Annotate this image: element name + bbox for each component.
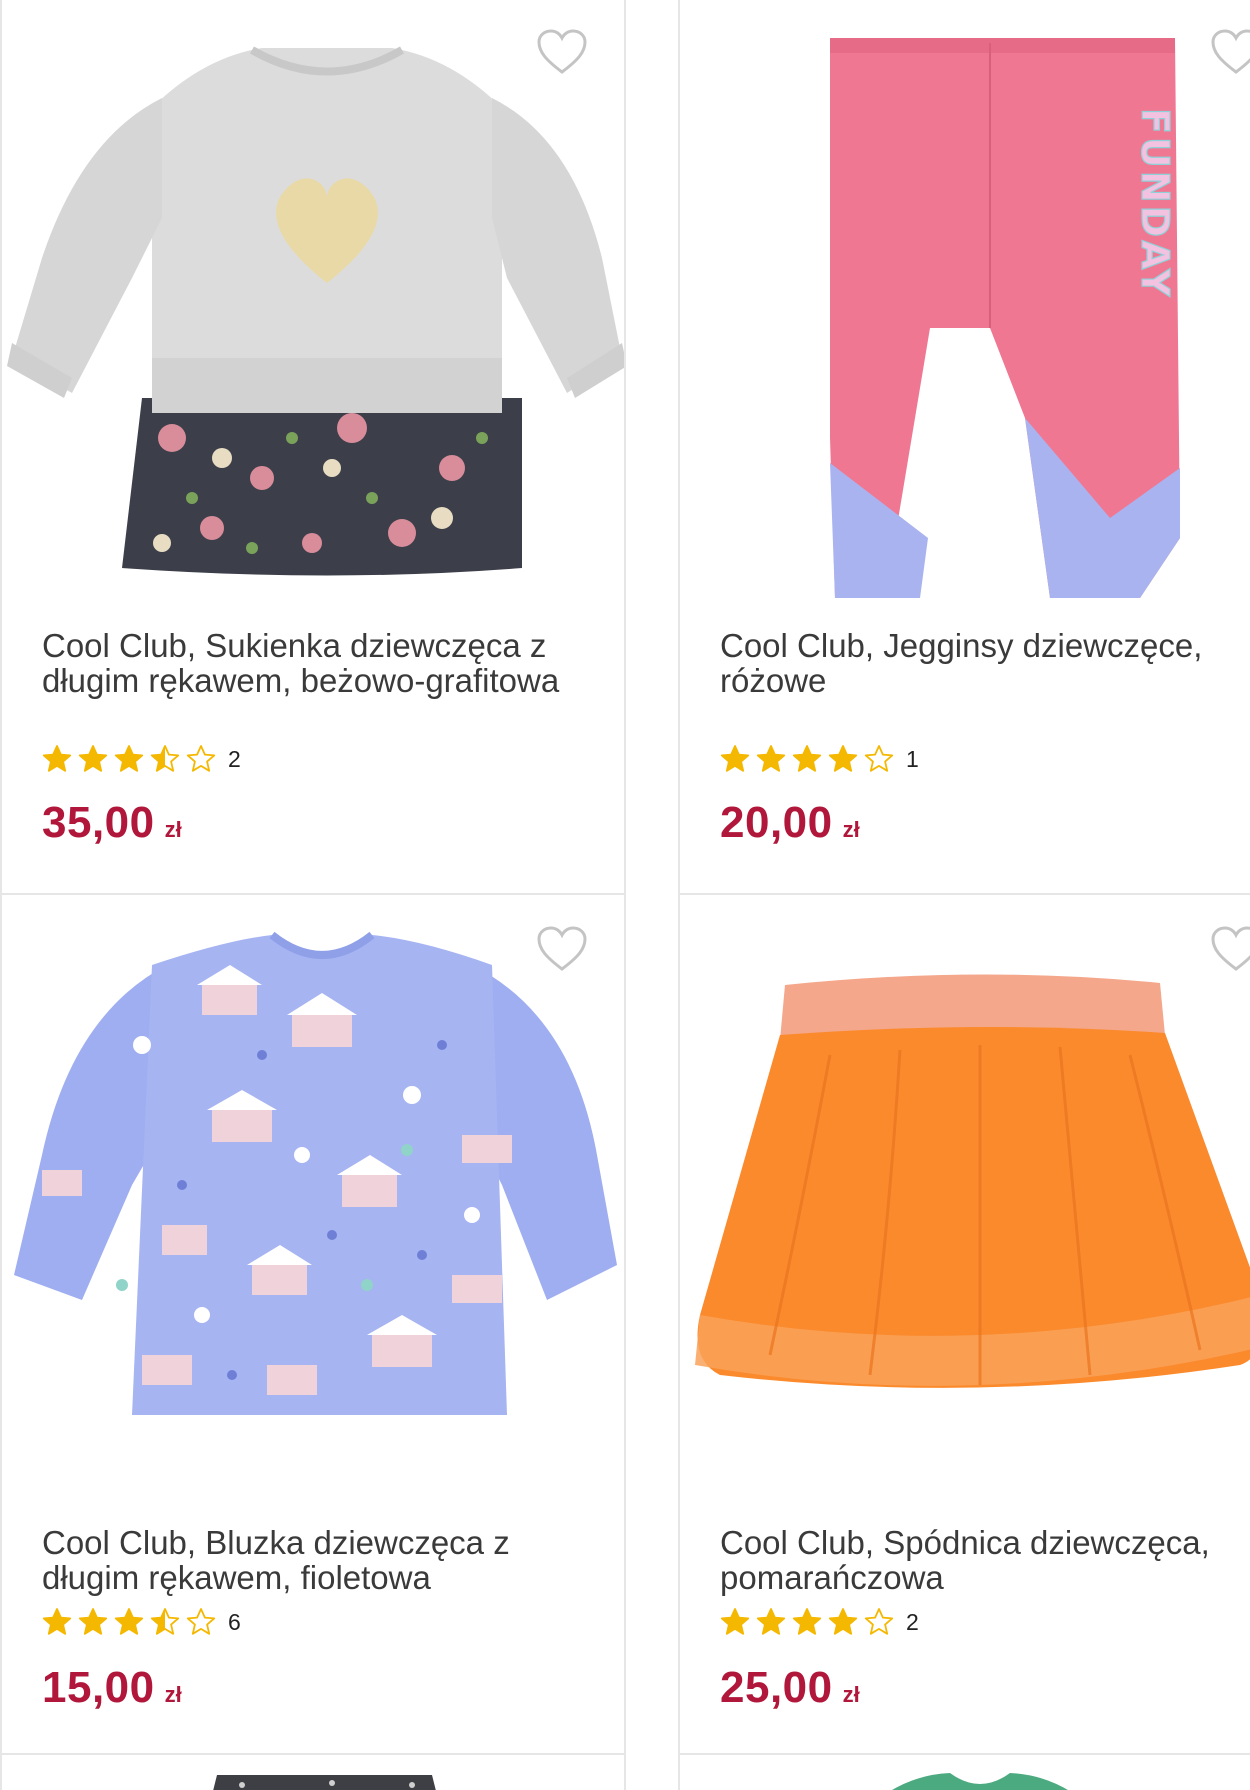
star-empty-icon [186,1608,216,1635]
rating: 6 [42,1605,241,1639]
pink-leggings-image[interactable]: FUNDAY [680,0,1250,618]
rating: 1 [720,742,919,776]
price-currency: zł [842,817,860,842]
star-full-icon [720,745,750,772]
star-half-icon [150,1608,180,1635]
price: 35,00 zł [42,798,182,848]
product-title[interactable]: Cool Club, Sukienka dziewczęca z długim … [42,628,564,698]
rating-count: 2 [228,745,241,772]
price-value: 15,00 [42,1663,155,1712]
dark-dotted-garment-image[interactable] [2,1755,624,1790]
product-card[interactable] [678,1753,1250,1790]
price: 15,00 zł [42,1663,182,1713]
price: 20,00 zł [720,798,860,848]
rating-count: 6 [228,1608,241,1635]
star-full-icon [792,1608,822,1635]
product-card[interactable] [0,1753,626,1790]
star-full-icon [114,1608,144,1635]
heart-icon[interactable] [1210,28,1250,76]
product-card[interactable]: FUNDAY Cool Club, Jegginsy dziewczęce, r… [678,0,1250,896]
product-title[interactable]: Cool Club, Jegginsy dziewczęce, różowe [720,628,1216,698]
star-full-icon [42,745,72,772]
sweatshirt-dress-image[interactable] [2,0,624,598]
product-title[interactable]: Cool Club, Spódnica dziewczęca, pomarańc… [720,1525,1216,1595]
price-value: 35,00 [42,798,155,847]
price-value: 20,00 [720,798,833,847]
star-empty-icon [864,1608,894,1635]
star-empty-icon [186,745,216,772]
product-grid: Cool Club, Sukienka dziewczęca z długim … [0,0,1250,1790]
green-garment-image[interactable] [680,1755,1250,1790]
price-value: 25,00 [720,1663,833,1712]
rating-count: 1 [906,745,919,772]
price-currency: zł [842,1682,860,1707]
price: 25,00 zł [720,1663,860,1713]
rating: 2 [42,742,241,776]
star-full-icon [756,1608,786,1635]
star-full-icon [78,745,108,772]
star-full-icon [792,745,822,772]
star-full-icon [42,1608,72,1635]
orange-tulle-skirt-image[interactable] [680,895,1250,1455]
price-currency: zł [164,817,182,842]
product-card[interactable]: Cool Club, Bluzka dziewczęca z długim rę… [0,893,626,1755]
rating: 2 [720,1605,919,1639]
star-full-icon [756,745,786,772]
star-full-icon [78,1608,108,1635]
funday-print: FUNDAY [1133,108,1177,299]
star-half-icon [150,745,180,772]
heart-icon[interactable] [536,925,588,973]
star-full-icon [720,1608,750,1635]
star-empty-icon [864,745,894,772]
blue-blouse-image[interactable] [2,895,624,1455]
product-card[interactable]: Cool Club, Spódnica dziewczęca, pomarańc… [678,893,1250,1755]
heart-icon[interactable] [536,28,588,76]
star-full-icon [828,1608,858,1635]
rating-count: 2 [906,1608,919,1635]
product-title[interactable]: Cool Club, Bluzka dziewczęca z długim rę… [42,1525,564,1595]
star-full-icon [828,745,858,772]
heart-icon[interactable] [1210,925,1250,973]
star-full-icon [114,745,144,772]
price-currency: zł [164,1682,182,1707]
product-card[interactable]: Cool Club, Sukienka dziewczęca z długim … [0,0,626,896]
